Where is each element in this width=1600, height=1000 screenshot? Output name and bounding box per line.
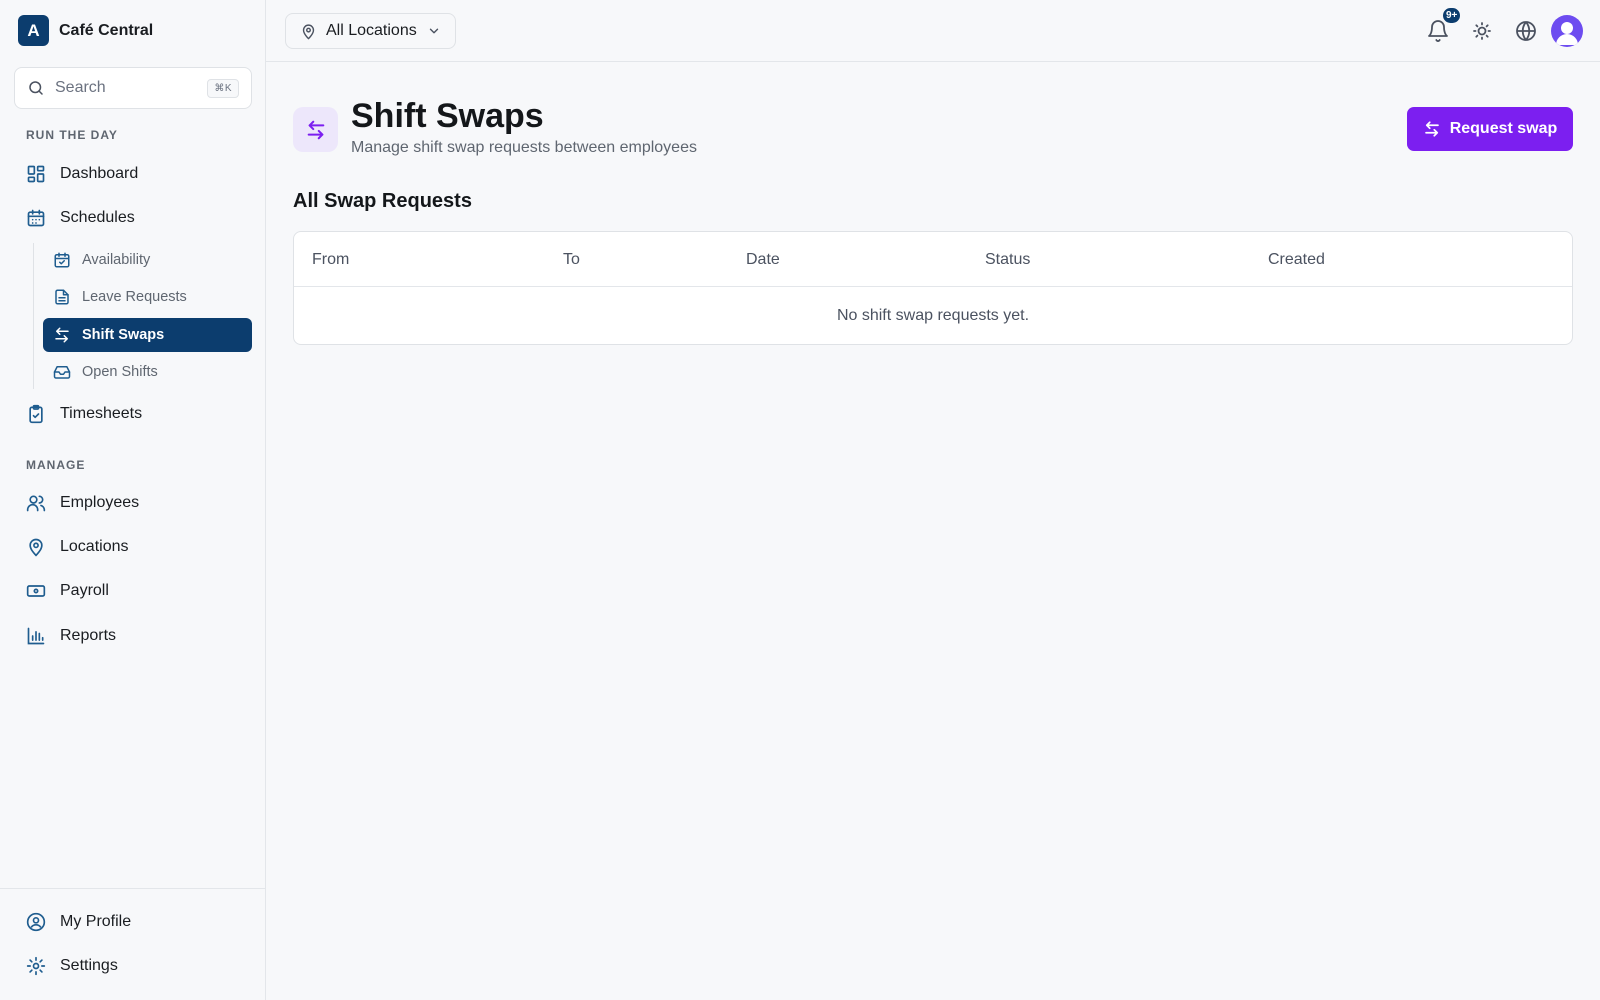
sidebar-item-label: Timesheets — [60, 405, 143, 422]
dashboard-icon — [26, 164, 46, 184]
page-subtitle: Manage shift swap requests between emplo… — [351, 139, 697, 156]
avatar[interactable] — [1551, 15, 1583, 47]
section-title: All Swap Requests — [293, 190, 472, 212]
brand-logo: A — [18, 15, 49, 46]
column-header-date[interactable]: Date — [746, 251, 780, 269]
section-label-manage: MANAGE — [26, 458, 86, 472]
sidebar-item-dashboard[interactable]: Dashboard — [14, 155, 252, 193]
users-icon — [26, 493, 46, 513]
swap-arrows-icon — [305, 119, 327, 141]
calendar-check-icon — [53, 251, 71, 269]
chevron-down-icon — [427, 24, 441, 38]
inbox-icon — [53, 363, 71, 381]
sidebar-item-reports[interactable]: Reports — [14, 617, 252, 655]
map-pin-icon — [26, 537, 46, 557]
globe-icon[interactable] — [1514, 19, 1538, 43]
brand[interactable]: A Café Central — [18, 15, 153, 46]
sidebar-item-label: Leave Requests — [82, 289, 187, 305]
bar-chart-icon — [26, 626, 46, 646]
search-shortcut: ⌘K — [207, 78, 239, 98]
sidebar-item-label: Schedules — [60, 209, 135, 226]
location-select[interactable]: All Locations — [285, 13, 456, 49]
brand-name: Café Central — [59, 21, 154, 39]
table-empty-state: No shift swap requests yet. — [836, 307, 1030, 324]
sidebar-item-label: Availability — [82, 252, 151, 268]
table-header: From To Date Status Created — [294, 232, 1572, 287]
sidebar-item-label: Locations — [60, 538, 129, 555]
sidebar-item-availability[interactable]: Availability — [43, 243, 252, 277]
sidebar-divider — [0, 888, 266, 889]
sidebar-item-label: Dashboard — [60, 165, 139, 182]
sidebar-item-label: Settings — [60, 957, 118, 974]
sidebar-item-label: My Profile — [60, 913, 132, 930]
request-swap-button[interactable]: Request swap — [1407, 107, 1573, 151]
sidebar-item-shift-swaps[interactable]: Shift Swaps — [43, 318, 252, 352]
notification-badge: 9+ — [1442, 7, 1462, 24]
sidebar-item-label: Open Shifts — [82, 364, 158, 380]
document-icon — [53, 288, 71, 306]
section-label-run-the-day: RUN THE DAY — [26, 128, 118, 142]
search-input[interactable]: Search ⌘K — [14, 67, 252, 109]
column-header-status[interactable]: Status — [985, 251, 1030, 269]
sidebar-item-label: Payroll — [60, 582, 109, 599]
submenu-guide-line — [33, 243, 34, 389]
sidebar-item-settings[interactable]: Settings — [14, 947, 252, 985]
sidebar-item-open-shifts[interactable]: Open Shifts — [43, 355, 252, 389]
banknote-icon — [26, 581, 46, 601]
sidebar-item-timesheets[interactable]: Timesheets — [14, 395, 252, 433]
user-circle-icon — [26, 912, 46, 932]
search-placeholder: Search — [55, 79, 106, 96]
sidebar-item-payroll[interactable]: Payroll — [14, 572, 252, 610]
column-header-from[interactable]: From — [312, 251, 349, 269]
calendar-icon — [26, 208, 46, 228]
sidebar-item-label: Shift Swaps — [82, 327, 165, 343]
sidebar: A Café Central Search ⌘K RUN THE DAY Das… — [0, 0, 266, 1000]
sun-icon[interactable] — [1470, 19, 1494, 43]
swap-arrows-icon — [53, 326, 71, 344]
sidebar-item-employees[interactable]: Employees — [14, 484, 252, 522]
sidebar-item-label: Reports — [60, 627, 117, 644]
column-header-to[interactable]: To — [563, 251, 580, 269]
search-icon — [27, 79, 45, 97]
sidebar-item-label: Employees — [60, 494, 140, 511]
sidebar-item-locations[interactable]: Locations — [14, 528, 252, 566]
location-select-value: All Locations — [326, 22, 417, 39]
page-header-icon — [293, 107, 338, 152]
sidebar-item-leave-requests[interactable]: Leave Requests — [43, 280, 252, 314]
top-bar: All Locations — [266, 0, 1600, 62]
request-swap-label: Request swap — [1449, 120, 1558, 137]
column-header-created[interactable]: Created — [1268, 251, 1325, 269]
page-title: Shift Swaps — [351, 97, 544, 135]
map-pin-icon — [300, 23, 317, 40]
sidebar-item-schedules[interactable]: Schedules — [14, 199, 252, 237]
swap-requests-table: From To Date Status Created No shift swa… — [293, 231, 1573, 345]
gear-icon — [26, 956, 46, 976]
clipboard-check-icon — [26, 404, 46, 424]
swap-arrows-icon — [1423, 120, 1441, 138]
sidebar-item-my-profile[interactable]: My Profile — [14, 903, 252, 941]
